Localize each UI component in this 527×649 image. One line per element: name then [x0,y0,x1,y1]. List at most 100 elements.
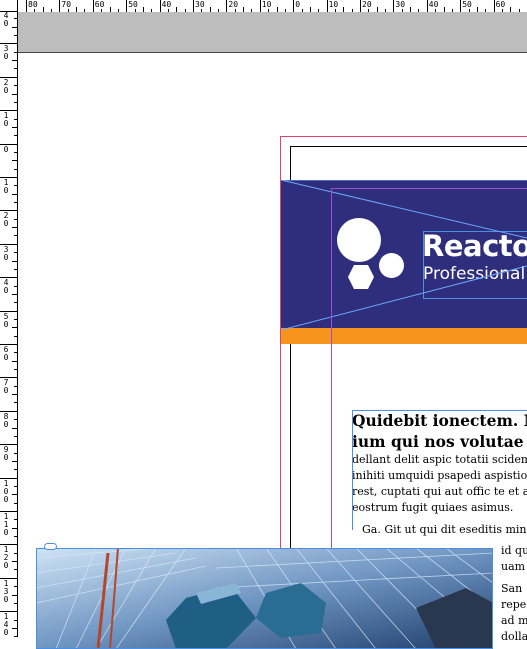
ruler-label: 80 [3,411,9,429]
ruler-minor-tick [14,218,17,220]
ruler-minor-tick [12,227,17,229]
column-text-line: id qu [501,544,527,557]
article-column-2: id qu uam San repe ad m dolla [501,543,527,645]
ruler-label: 30 [3,44,9,62]
ruler-minor-tick [12,327,17,329]
ruler-minor-tick [14,452,17,454]
ruler-label: 0 [295,0,301,9]
ruler-major-tick [0,210,17,212]
column-guide-top [331,188,527,189]
column-text-line: ad m [501,614,527,627]
ruler-minor-tick [14,385,17,387]
ruler-label: 70 [61,0,72,9]
ruler-minor-tick [14,369,17,371]
ruler-minor-tick [14,252,17,254]
ruler-major-tick [0,410,17,412]
ruler-label: 20 [228,0,239,9]
ruler-major-tick [0,143,17,145]
ruler-minor-tick [14,435,17,437]
ruler-minor-tick [12,594,17,596]
text-frame-border [352,410,527,530]
ruler-minor-tick [14,536,17,538]
ruler-major-tick [259,0,261,12]
ruler-minor-tick [12,561,17,563]
ruler-minor-tick [14,185,17,187]
vertical-ruler[interactable]: 4030201001020304050607080901001101201301… [0,12,18,637]
ruler-minor-tick [14,569,17,571]
column-text-line: uam [501,560,526,573]
ruler-label: 20 [362,0,372,9]
ruler-major-tick [59,0,61,12]
ruler-minor-tick [14,602,17,604]
ruler-major-tick [193,0,194,12]
ruler-corner[interactable] [0,0,18,12]
ruler-label: 60 [495,0,506,9]
ruler-label: 40 [3,12,9,28]
ruler-label: 10 [3,111,9,129]
photo-frame-border [36,548,493,649]
ruler-minor-tick [14,85,17,87]
ruler-major-tick [0,277,17,279]
ruler-label: 20 [3,77,9,95]
ruler-label: 10 [261,0,272,9]
ruler-minor-tick [12,160,17,162]
ruler-minor-tick [14,519,17,521]
ruler-minor-tick [14,419,17,421]
ruler-minor-tick [14,168,17,170]
ruler-major-tick [393,0,395,12]
ruler-minor-tick [12,527,17,529]
ruler-major-tick [360,0,361,12]
ruler-minor-tick [12,394,17,396]
ruler-major-tick [0,577,17,579]
ruler-minor-tick [12,494,17,496]
ruler-label: 110 [3,512,9,537]
column-text-line: San [501,582,523,595]
ruler-major-tick [493,0,495,12]
ruler-minor-tick [12,26,17,28]
ruler-label: 50 [462,0,472,9]
column-text-line: repe [501,598,527,611]
ruler-major-tick [0,110,17,112]
ruler-minor-tick [14,51,17,53]
ruler-major-tick [326,0,328,12]
link-icon[interactable] [44,543,57,550]
ruler-minor-tick [14,68,17,70]
column-text-line: dolla [501,630,527,643]
ruler-label: 30 [395,0,406,9]
ruler-label: 130 [3,578,9,604]
ruler-major-tick [293,0,295,12]
ruler-major-tick [26,0,27,12]
ruler-label: 120 [3,545,9,571]
ruler-minor-tick [14,202,17,204]
ruler-minor-tick [14,35,17,37]
ruler-major-tick [159,0,161,12]
ruler-label: 60 [3,345,9,362]
ruler-major-tick [0,243,17,245]
ruler-major-tick [0,344,17,345]
ruler-major-tick [0,377,17,379]
ruler-minor-tick [14,586,17,588]
ruler-label: 80 [28,0,38,9]
ruler-major-tick [0,511,17,512]
ruler-minor-tick [14,118,17,120]
building-photo[interactable] [36,548,493,649]
ruler-label: 50 [3,311,9,329]
ruler-label: 10 [328,0,339,9]
ruler-major-tick [460,0,462,12]
orange-stripe [281,328,527,344]
ruler-minor-tick [14,469,17,471]
ruler-minor-tick [12,360,17,362]
ruler-label: 30 [3,244,9,262]
ruler-minor-tick [14,619,17,621]
image-frame-cross [281,180,527,330]
ruler-minor-tick [12,193,17,195]
ruler-label: 40 [161,0,172,9]
ruler-minor-tick [14,335,17,337]
ruler-label: 10 [3,178,9,195]
document-canvas[interactable]: Reacto Professional Quidebit ionectem. M… [18,12,527,649]
ruler-label: 100 [3,478,9,504]
ruler-minor-tick [12,293,17,295]
ruler-minor-tick [12,427,17,429]
ruler-label: 40 [428,0,439,9]
ruler-label: 140 [3,612,9,637]
